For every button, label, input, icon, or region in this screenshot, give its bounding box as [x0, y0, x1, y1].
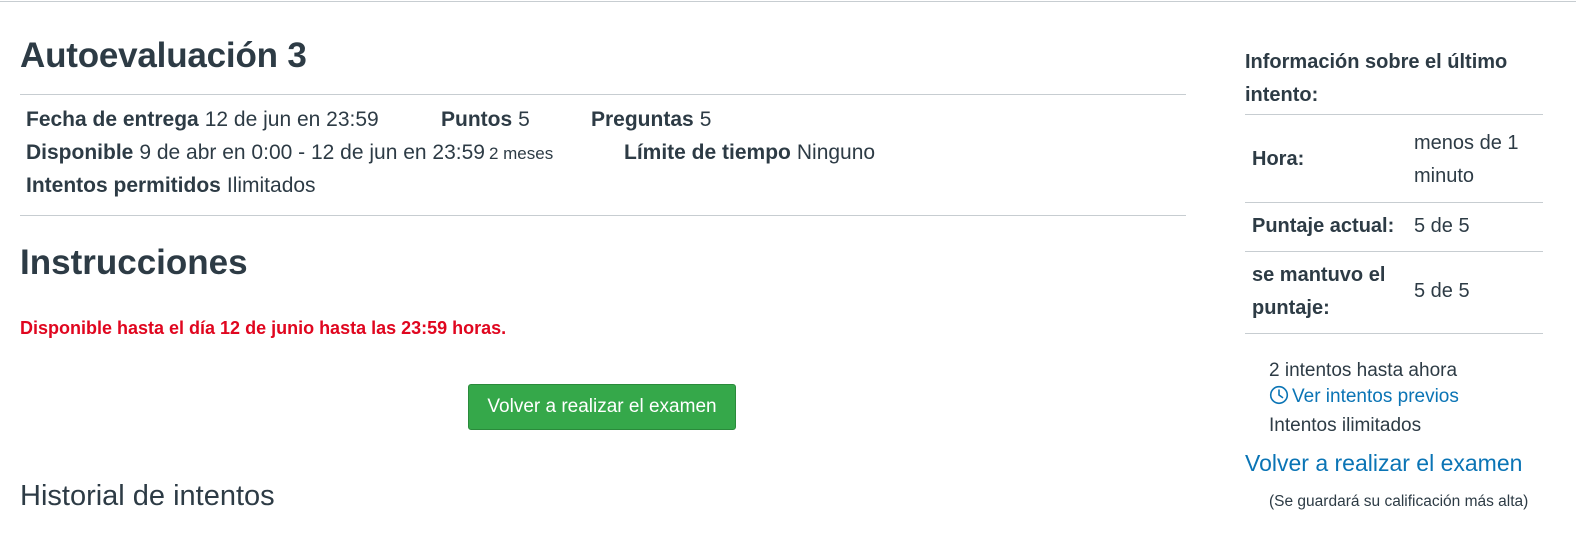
current-score-key: Puntaje actual: [1252, 215, 1395, 237]
availability-duration: 2 meses [488, 144, 554, 163]
instructions-heading: Instrucciones [20, 243, 248, 282]
current-score-value: 5 de 5 [1414, 215, 1470, 237]
questions: Preguntas 5 [591, 108, 711, 132]
due-date-value: 12 de jun en 23:59 [204, 108, 379, 131]
table-row: Hora: menos de 1 minuto [1245, 115, 1543, 203]
allowed-attempts: Intentos permitidos Ilimitados [26, 174, 316, 198]
points: Puntos 5 [441, 108, 530, 132]
availability-value: 9 de abr en 0:00 - 12 de jun en 23:59 [139, 141, 485, 164]
time-limit-label: Límite de tiempo [624, 141, 791, 164]
view-previous-attempts-label: Ver intentos previos [1292, 386, 1459, 407]
clock-icon [1269, 385, 1289, 413]
availability: Disponible 9 de abr en 0:00 - 12 de jun e… [26, 141, 553, 165]
questions-label: Preguntas [591, 108, 694, 131]
due-date-label: Fecha de entrega [26, 108, 199, 131]
page-title: Autoevaluación 3 [20, 36, 307, 75]
retake-quiz-link[interactable]: Volver a realizar el examen [1245, 450, 1522, 477]
time-limit-value: Ninguno [796, 141, 876, 164]
time-limit: Límite de tiempo Ninguno [624, 141, 875, 165]
details-divider [20, 215, 1186, 216]
attempts-so-far: 2 intentos hasta ahora [1269, 360, 1458, 381]
unlimited-attempts: Intentos ilimitados [1269, 415, 1422, 436]
kept-score-value: 5 de 5 [1414, 280, 1470, 302]
table-row: se mantuvo el puntaje: 5 de 5 [1245, 252, 1543, 334]
sidebar-heading: Información sobre el último intento: [1245, 51, 1508, 106]
attempt-history-heading: Historial de intentos [20, 480, 275, 512]
retake-quiz-button[interactable]: Volver a realizar el examen [468, 384, 736, 430]
allowed-attempts-value: Ilimitados [226, 174, 316, 197]
top-divider [0, 1, 1576, 2]
view-previous-attempts-link[interactable]: Ver intentos previos [1269, 384, 1459, 413]
title-divider [20, 94, 1186, 95]
time-value: menos de 1 minuto [1414, 132, 1519, 187]
kept-score-key: se mantuvo el puntaje: [1252, 264, 1386, 319]
table-row: Puntaje actual: 5 de 5 [1245, 203, 1543, 252]
allowed-attempts-label: Intentos permitidos [26, 174, 221, 197]
availability-label: Disponible [26, 141, 134, 164]
time-key: Hora: [1252, 148, 1305, 170]
questions-value: 5 [699, 108, 712, 131]
retake-note: (Se guardará su calificación más alta) [1269, 493, 1529, 510]
instructions-text: Disponible hasta el día 12 de junio hast… [20, 318, 507, 338]
last-attempt-table: Hora: menos de 1 minuto Puntaje actual: … [1245, 114, 1543, 334]
due-date: Fecha de entrega 12 de jun en 23:59 [26, 108, 379, 132]
attempts-summary: 2 intentos hasta ahora Ver intentos prev… [1269, 358, 1459, 439]
points-label: Puntos [441, 108, 513, 131]
points-value: 5 [518, 108, 530, 131]
